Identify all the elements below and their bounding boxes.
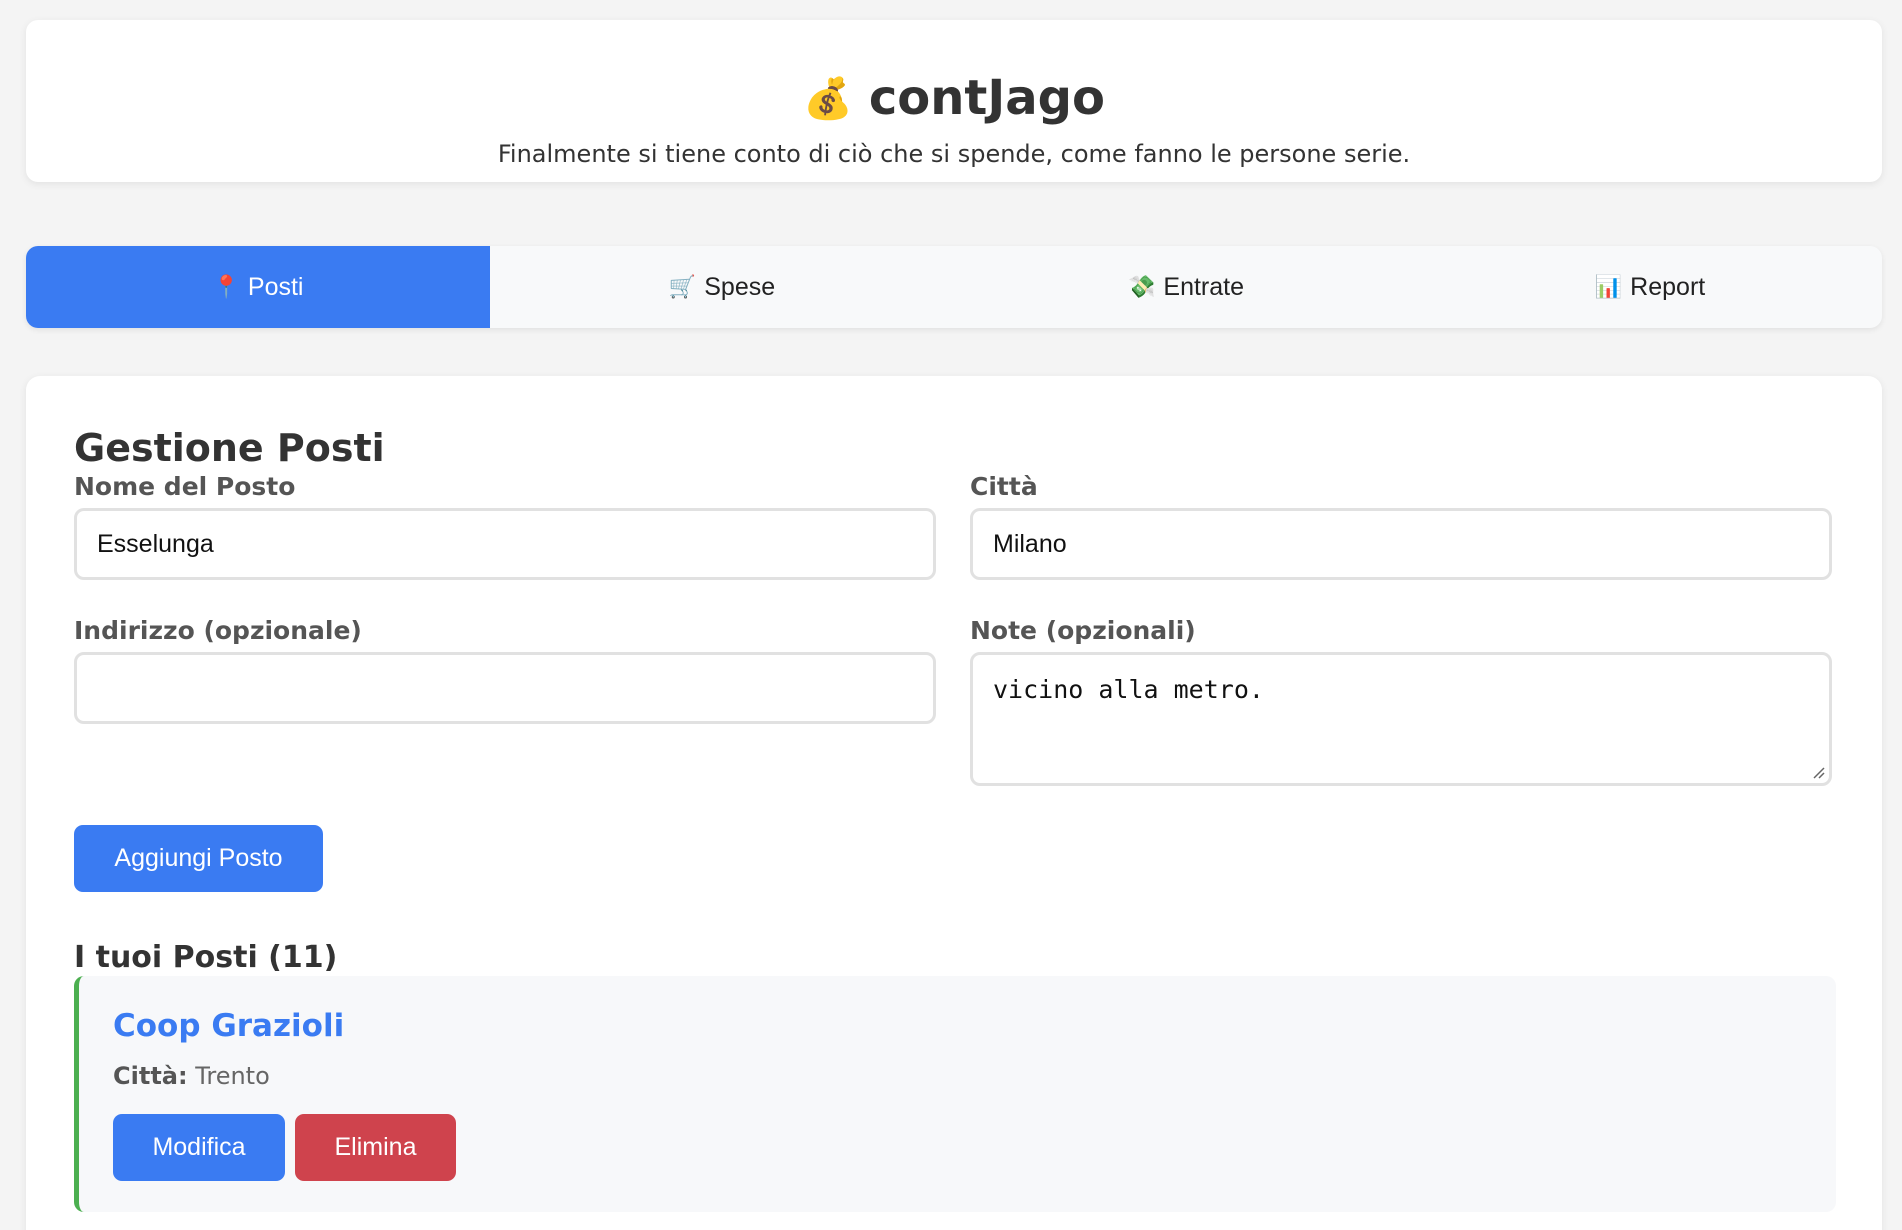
tab-bar: 📍 Posti 🛒 Spese 💸 Entrate 📊 Report [26,246,1882,328]
tab-label: Spese [704,272,776,301]
delete-button[interactable]: Elimina [295,1114,456,1181]
list-item: Coop Grazioli Città: Trento Modifica Eli… [74,976,1836,1212]
tab-label: Entrate [1163,272,1244,301]
tab-report[interactable]: 📊 Report [1418,246,1882,328]
city-input[interactable]: Milano [970,508,1832,580]
resize-handle-icon[interactable] [1811,765,1825,779]
pushpin-icon: 📍 [212,274,240,299]
add-place-button[interactable]: Aggiungi Posto [74,825,323,892]
notes-label: Note (opzionali) [970,616,1196,645]
place-name-input[interactable]: Esselunga [74,508,936,580]
city-label: Città [970,472,1038,501]
places-list-title: I tuoi Posti (11) [74,940,338,975]
place-city-value: Trento [195,1062,270,1090]
address-label: Indirizzo (opzionale) [74,616,362,645]
money-bag-icon: 💰 [803,75,853,122]
app-title-text: contJago [868,70,1105,126]
tab-spese[interactable]: 🛒 Spese [490,246,954,328]
places-panel: Gestione Posti Nome del Posto Esselunga … [26,376,1882,1230]
tab-label: Report [1630,272,1706,301]
name-label: Nome del Posto [74,472,296,501]
tab-label: Posti [247,272,304,301]
tab-entrate[interactable]: 💸 Entrate [954,246,1418,328]
app-subtitle: Finalmente si tiene conto di ciò che si … [497,140,1411,168]
notes-value: vicino alla metro. [993,675,1264,704]
edit-button[interactable]: Modifica [113,1114,285,1181]
money-wings-icon: 💸 [1127,274,1156,299]
app-header: 💰 contJago Finalmente si tiene conto di … [26,20,1882,182]
place-city: Città: Trento [113,1062,270,1090]
shopping-cart-icon: 🛒 [668,274,697,299]
notes-textarea[interactable]: vicino alla metro. [970,652,1832,786]
place-city-label: Città: [113,1062,188,1090]
app-title: 💰 contJago [26,70,1882,126]
bar-chart-icon: 📊 [1594,274,1623,299]
address-input[interactable] [74,652,936,724]
city-value: Milano [993,529,1067,558]
page-title: Gestione Posti [74,426,385,470]
place-name-value: Esselunga [97,529,214,558]
place-name: Coop Grazioli [113,1008,345,1044]
tab-posti[interactable]: 📍 Posti [26,246,490,328]
